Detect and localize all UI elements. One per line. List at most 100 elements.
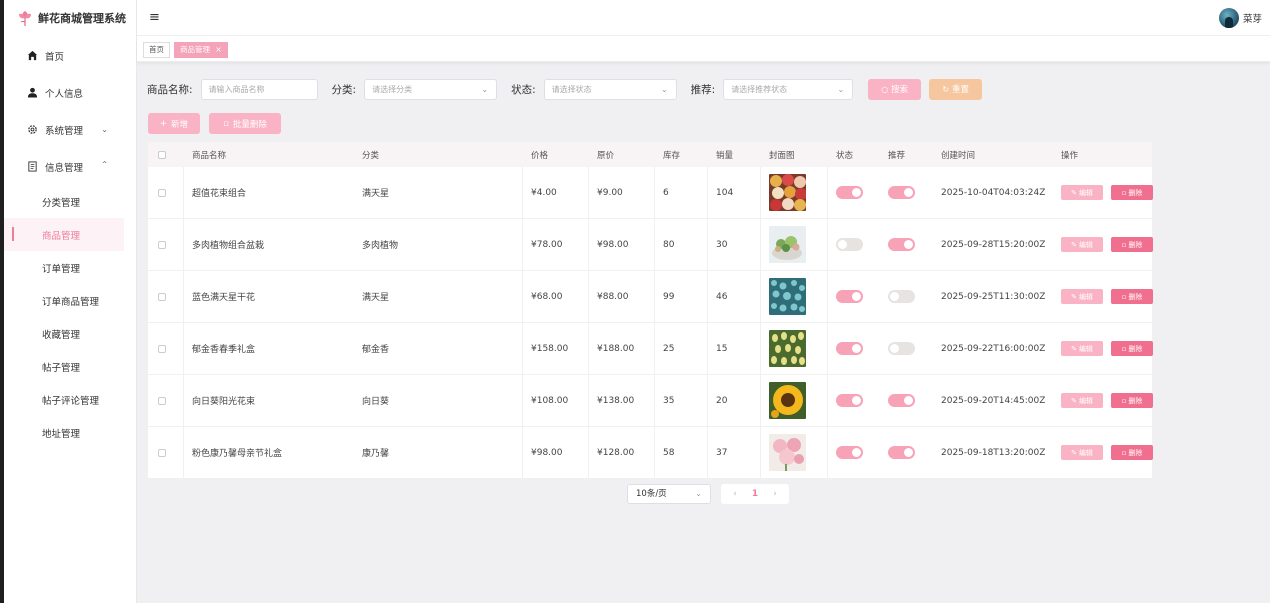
prev-page-button[interactable]: ‹ [725, 489, 745, 499]
status-toggle[interactable] [836, 271, 863, 322]
status-toggle[interactable] [836, 323, 863, 374]
menu-toggle-icon[interactable]: ≡ [149, 11, 160, 24]
table-row: 粉色康乃馨母亲节礼盒 康乃馨 ¥98.00 ¥128.00 58 37 2025-09-18… [148, 427, 1153, 479]
edit-icon: ✎ [1071, 292, 1077, 301]
name-filter-input[interactable]: 请输入商品名称 [200, 78, 318, 100]
status-filter-select[interactable]: 请选择状态 ⌄ [543, 78, 677, 100]
delete-button[interactable]: ▫ 删除 [1111, 185, 1153, 200]
status-toggle[interactable] [836, 167, 863, 218]
edit-button[interactable]: ✎ 编辑 [1061, 393, 1103, 408]
edit-button[interactable]: ✎ 编辑 [1061, 445, 1103, 460]
reset-button-label: 重置 [952, 85, 970, 95]
tab-home[interactable]: 首页 [143, 42, 170, 58]
column-divider [707, 167, 708, 218]
column-divider [707, 375, 708, 426]
delete-button[interactable]: ▫ 删除 [1111, 445, 1153, 460]
column-divider [654, 323, 655, 374]
product-name: 郁金香春季礼盒 [192, 345, 256, 355]
created-time: 2025-09-28T15:20:00Z [941, 239, 1046, 250]
product-sales: 30 [716, 239, 728, 250]
delete-button[interactable]: ▫ 删除 [1111, 393, 1153, 408]
product-name: 多肉植物组合盆栽 [192, 241, 265, 251]
sidebar-item-home[interactable]: 首页 [4, 37, 136, 74]
table-row: 向日葵阳光花束 向日葵 ¥108.00 ¥138.00 35 20 2025-09-20T1… [148, 375, 1153, 427]
filter-bar: 商品名称: 请输入商品名称 分类: 请选择分类 ⌄ 状态: 请选择状态 ⌄ 推荐… [147, 78, 983, 100]
search-button[interactable]: ○ 搜索 [868, 78, 922, 100]
row-checkbox[interactable] [158, 167, 166, 218]
col-stock: 库存 [663, 150, 681, 161]
recommend-filter-select[interactable]: 请选择推荐状态 ⌄ [723, 78, 854, 100]
delete-button[interactable]: ▫ 删除 [1111, 237, 1153, 252]
batch-delete-button[interactable]: ▫ 批量删除 [209, 113, 281, 134]
product-name: 向日葵阳光花束 [192, 397, 256, 407]
select-all-checkbox[interactable] [158, 142, 166, 167]
add-button[interactable]: + 新增 [148, 113, 200, 134]
column-divider [183, 375, 184, 426]
recommend-toggle[interactable] [888, 427, 915, 478]
product-stock: 6 [663, 187, 669, 198]
edit-icon: ✎ [1071, 240, 1077, 249]
sidebar-item-info[interactable]: 信息管理 ⌃ [4, 148, 136, 185]
row-checkbox[interactable] [158, 271, 166, 322]
row-actions: ✎ 编辑 ▫ 删除 [1061, 427, 1153, 478]
avatar[interactable] [1218, 8, 1239, 28]
row-checkbox[interactable] [158, 427, 166, 478]
sidebar-subitem-category[interactable]: 分类管理 [4, 185, 136, 218]
recommend-toggle[interactable] [888, 375, 915, 426]
row-checkbox[interactable] [158, 375, 166, 426]
edit-button[interactable]: ✎ 编辑 [1061, 237, 1103, 252]
status-toggle[interactable] [836, 427, 863, 478]
sidebar-subitem-products[interactable]: 商品管理 [4, 218, 124, 251]
recommend-toggle[interactable] [888, 323, 915, 374]
product-category: 满天星 [362, 189, 390, 199]
trash-icon: ▫ [1121, 448, 1127, 457]
tab-products[interactable]: 商品管理 × [174, 42, 228, 58]
next-page-button[interactable]: › [765, 489, 785, 499]
row-checkbox[interactable] [158, 219, 166, 270]
sidebar-subitem-order-products[interactable]: 订单商品管理 [4, 284, 136, 317]
product-name: 粉色康乃馨母亲节礼盒 [192, 449, 283, 459]
delete-button[interactable]: ▫ 删除 [1111, 289, 1153, 304]
sidebar-subitem-favorites[interactable]: 收藏管理 [4, 317, 136, 350]
edit-button[interactable]: ✎ 编辑 [1061, 289, 1103, 304]
column-divider [760, 375, 761, 426]
page-number-current[interactable]: 1 [745, 489, 765, 499]
column-divider [588, 427, 589, 478]
column-divider [183, 323, 184, 374]
sidebar-item-system[interactable]: 系统管理 ⌄ [4, 111, 136, 148]
status-toggle[interactable] [836, 375, 863, 426]
edit-button[interactable]: ✎ 编辑 [1061, 341, 1103, 356]
delete-button[interactable]: ▫ 删除 [1111, 341, 1153, 356]
column-divider [588, 323, 589, 374]
recommend-toggle[interactable] [888, 271, 915, 322]
table-row: 超值花束组合 满天星 ¥4.00 ¥9.00 6 104 2025-10-04T04:03:… [148, 167, 1153, 219]
reset-button[interactable]: ↻ 重置 [929, 78, 983, 100]
user-menu[interactable]: 菜芽 [1218, 8, 1262, 28]
sidebar-item-profile[interactable]: 个人信息 [4, 74, 136, 111]
edit-button[interactable]: ✎ 编辑 [1061, 185, 1103, 200]
recommend-toggle[interactable] [888, 219, 915, 270]
close-icon[interactable]: × [215, 45, 221, 54]
product-original-price: ¥138.00 [597, 395, 635, 406]
column-divider [522, 375, 523, 426]
edit-icon: ✎ [1071, 188, 1077, 197]
edit-label: 编辑 [1078, 448, 1093, 457]
column-divider [654, 271, 655, 322]
sidebar-subitem-posts[interactable]: 帖子管理 [4, 350, 136, 383]
edit-icon: ✎ [1071, 396, 1077, 405]
sidebar-subitem-addresses[interactable]: 地址管理 [4, 416, 136, 449]
product-price: ¥158.00 [531, 343, 569, 354]
product-price: ¥108.00 [531, 395, 569, 406]
status-toggle[interactable] [836, 219, 863, 270]
page-size-select[interactable]: 10条/页 ⌄ [627, 484, 711, 504]
edit-label: 编辑 [1078, 292, 1093, 301]
delete-label: 删除 [1128, 292, 1143, 301]
sidebar-subitem-orders[interactable]: 订单管理 [4, 251, 136, 284]
cover-image [769, 375, 806, 426]
recommend-toggle[interactable] [888, 167, 915, 218]
category-filter-select[interactable]: 请选择分类 ⌄ [364, 78, 498, 100]
row-actions: ✎ 编辑 ▫ 删除 [1061, 375, 1153, 426]
sidebar-subitem-post-comments[interactable]: 帖子评论管理 [4, 383, 136, 416]
name-filter-label: 商品名称: [147, 83, 193, 96]
row-checkbox[interactable] [158, 323, 166, 374]
